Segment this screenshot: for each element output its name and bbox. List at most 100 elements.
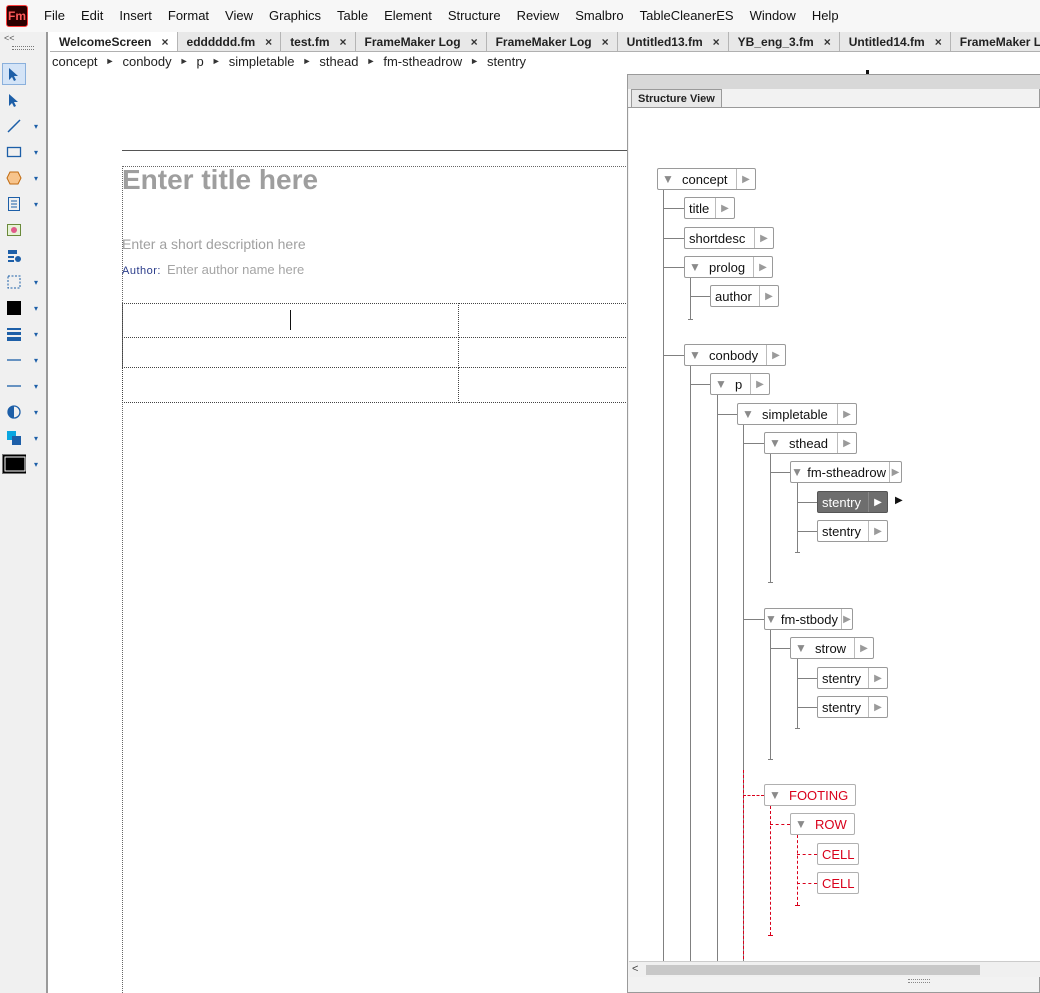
- tree-node-stentry[interactable]: stentry ▶: [817, 491, 888, 513]
- chevron-down-icon[interactable]: ▾: [34, 408, 38, 417]
- tree-node-simpletable[interactable]: ▼ simpletable ▶: [737, 403, 857, 425]
- tool-line-end[interactable]: ▾: [2, 374, 46, 398]
- close-tab-icon[interactable]: ×: [935, 35, 942, 49]
- tool-fill-color[interactable]: ▾: [2, 296, 46, 320]
- line-weight-icon[interactable]: [2, 323, 26, 345]
- tree-node-footing[interactable]: ▼ FOOTING: [764, 784, 856, 806]
- tab-framemaker-log[interactable]: FrameMaker Log×: [356, 32, 487, 51]
- attribute-expand-icon[interactable]: ▶: [837, 433, 856, 453]
- menu-view[interactable]: View: [217, 0, 261, 32]
- menu-review[interactable]: Review: [509, 0, 568, 32]
- tool-overprint[interactable]: ▾: [2, 426, 46, 450]
- breadcrumb-item[interactable]: concept: [52, 54, 98, 69]
- tab-framemaker-log[interactable]: FrameMaker Log×: [951, 32, 1040, 51]
- tree-node-row[interactable]: ▼ ROW: [790, 813, 855, 835]
- tree-node-stentry[interactable]: stentry ▶: [817, 520, 888, 542]
- breadcrumb-item[interactable]: stentry: [487, 54, 526, 69]
- menu-table[interactable]: Table: [329, 0, 376, 32]
- line-style-icon[interactable]: [2, 349, 26, 371]
- tool-rectangle-tool[interactable]: ▾: [2, 140, 46, 164]
- collapse-triangle-icon[interactable]: ▼: [791, 814, 811, 834]
- attribute-expand-icon[interactable]: ▶: [715, 198, 734, 218]
- scrollbar-thumb[interactable]: [646, 965, 980, 975]
- structure-tree[interactable]: ▼ concept ▶ title ▶ shortdesc ▶ ▼ prolog ▶ author ▶…: [629, 108, 1040, 961]
- menu-element[interactable]: Element: [376, 0, 440, 32]
- collapse-triangle-icon[interactable]: ▼: [685, 345, 705, 365]
- collapse-panel-button[interactable]: <<: [4, 33, 15, 43]
- breadcrumb-item[interactable]: conbody: [122, 54, 171, 69]
- collapse-triangle-icon[interactable]: ▼: [765, 785, 785, 805]
- chevron-down-icon[interactable]: ▾: [34, 460, 38, 469]
- panel-grip[interactable]: [12, 46, 34, 50]
- smart-select-icon[interactable]: [2, 63, 26, 85]
- tree-node-fm-stbody[interactable]: ▼ fm-stbody ▶: [764, 608, 853, 630]
- tree-node-stentry[interactable]: stentry ▶: [817, 667, 888, 689]
- topic-title-placeholder[interactable]: Enter title here: [122, 164, 318, 196]
- menu-insert[interactable]: Insert: [111, 0, 160, 32]
- tool-object-select[interactable]: [2, 88, 46, 112]
- close-tab-icon[interactable]: ×: [824, 35, 831, 49]
- horizontal-scrollbar[interactable]: <: [629, 961, 1040, 977]
- menu-file[interactable]: File: [36, 0, 73, 32]
- attribute-expand-icon[interactable]: ▶: [868, 521, 887, 541]
- tab-edddddd-fm[interactable]: edddddd.fm ×: [178, 32, 282, 51]
- tree-node-sthead[interactable]: ▼ sthead ▶: [764, 432, 857, 454]
- object-select-icon[interactable]: [2, 89, 26, 111]
- format-painter-icon[interactable]: [2, 245, 26, 267]
- table-cell[interactable]: [122, 367, 459, 403]
- graphic-frame-icon[interactable]: [2, 219, 26, 241]
- breadcrumb-item[interactable]: fm-stheadrow: [383, 54, 462, 69]
- tab-untitled13-fm[interactable]: Untitled13.fm ×: [618, 32, 729, 51]
- tree-node-prolog[interactable]: ▼ prolog ▶: [684, 256, 773, 278]
- tab-yb-eng-3-fm[interactable]: YB_eng_3.fm ×: [729, 32, 840, 51]
- polygon-tool-icon[interactable]: [2, 167, 26, 189]
- chevron-down-icon[interactable]: ▾: [34, 278, 38, 287]
- attribute-expand-icon[interactable]: ▶: [837, 404, 856, 424]
- line-tool-icon[interactable]: [2, 115, 26, 137]
- panel-resize-grip[interactable]: [908, 979, 930, 983]
- collapse-triangle-icon[interactable]: ▼: [791, 462, 803, 482]
- tool-format-painter[interactable]: [2, 244, 46, 268]
- short-description-placeholder[interactable]: Enter a short description here: [122, 236, 306, 252]
- menu-help[interactable]: Help: [804, 0, 847, 32]
- table-cell[interactable]: [122, 337, 459, 368]
- tool-text-frame[interactable]: ▾: [2, 192, 46, 216]
- tool-polygon-tool[interactable]: ▾: [2, 166, 46, 190]
- close-tab-icon[interactable]: ×: [471, 35, 478, 49]
- menu-format[interactable]: Format: [160, 0, 217, 32]
- structure-view-tab[interactable]: Structure View: [631, 89, 722, 108]
- chevron-down-icon[interactable]: ▾: [34, 174, 38, 183]
- tree-node-concept[interactable]: ▼ concept ▶: [657, 168, 756, 190]
- tool-line-style[interactable]: ▾: [2, 348, 46, 372]
- tree-node-cell[interactable]: CELL: [817, 872, 859, 894]
- close-tab-icon[interactable]: ×: [602, 35, 609, 49]
- menu-smalbro[interactable]: Smalbro: [567, 0, 631, 32]
- tool-graphic-frame[interactable]: [2, 218, 46, 242]
- breadcrumb-item[interactable]: sthead: [319, 54, 358, 69]
- tree-node-cell[interactable]: CELL: [817, 843, 859, 865]
- breadcrumb-item[interactable]: p: [197, 54, 204, 69]
- text-frame-icon[interactable]: [2, 193, 26, 215]
- attribute-expand-icon[interactable]: ▶: [759, 286, 778, 306]
- tab-framemaker-log[interactable]: FrameMaker Log×: [487, 32, 618, 51]
- author-placeholder[interactable]: Enter author name here: [167, 262, 304, 277]
- attribute-expand-icon[interactable]: ▶: [766, 345, 785, 365]
- attribute-expand-icon[interactable]: ▶: [868, 697, 887, 717]
- chevron-down-icon[interactable]: ▾: [34, 148, 38, 157]
- tool-line-weight[interactable]: ▾: [2, 322, 46, 346]
- attribute-expand-icon[interactable]: ▶: [854, 638, 873, 658]
- selection-frame-icon[interactable]: [2, 271, 26, 293]
- close-tab-icon[interactable]: ×: [340, 35, 347, 49]
- tree-node-title[interactable]: title ▶: [684, 197, 735, 219]
- tool-line-tool[interactable]: ▾: [2, 114, 46, 138]
- close-tab-icon[interactable]: ×: [162, 35, 169, 49]
- tab-welcomescreen[interactable]: WelcomeScreen ×: [50, 32, 178, 51]
- attribute-expand-icon[interactable]: ▶: [868, 492, 887, 512]
- menu-graphics[interactable]: Graphics: [261, 0, 329, 32]
- menu-structure[interactable]: Structure: [440, 0, 509, 32]
- collapse-triangle-icon[interactable]: ▼: [711, 374, 731, 394]
- chevron-down-icon[interactable]: ▾: [34, 304, 38, 313]
- attribute-expand-icon[interactable]: ▶: [750, 374, 769, 394]
- close-tab-icon[interactable]: ×: [713, 35, 720, 49]
- chevron-down-icon[interactable]: ▾: [34, 330, 38, 339]
